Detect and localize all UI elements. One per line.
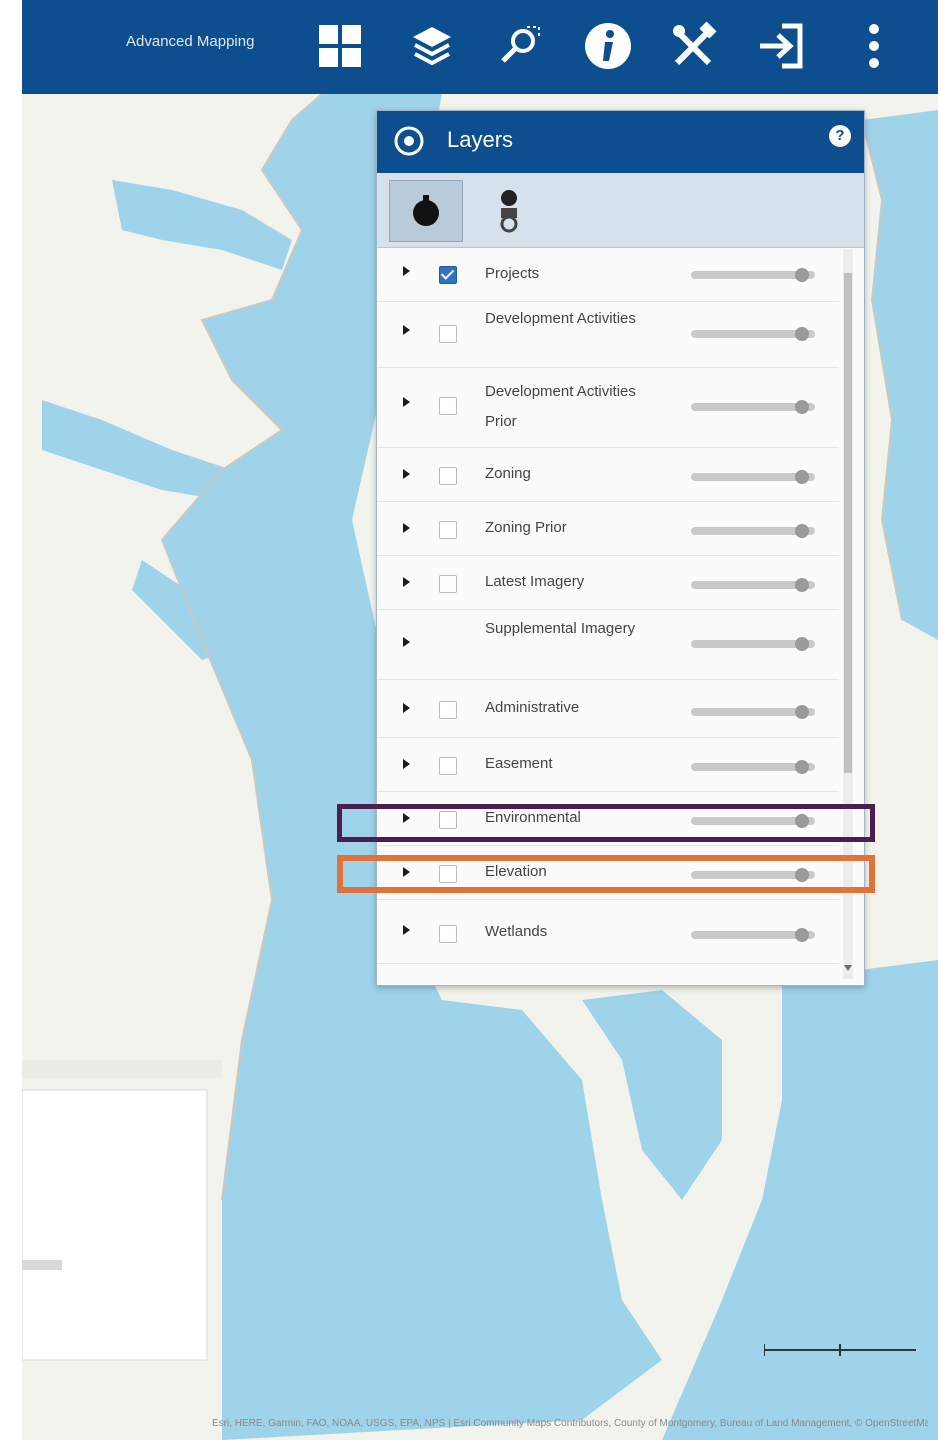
layer-row-wetlands[interactable]: Wetlands xyxy=(377,899,839,964)
slider-thumb[interactable] xyxy=(795,760,809,774)
layer-checkbox[interactable] xyxy=(439,701,457,719)
layer-name: Zoning Prior xyxy=(485,519,567,536)
opacity-slider[interactable] xyxy=(691,327,815,341)
layer-row-supplemental-imagery[interactable]: Supplemental Imagery xyxy=(377,609,839,680)
layer-row-projects[interactable]: Projects xyxy=(377,249,839,302)
layers-button[interactable] xyxy=(404,18,460,74)
layer-row-development-activities-prior[interactable]: Development Activities Prior xyxy=(377,367,839,448)
slider-thumb[interactable] xyxy=(795,400,809,414)
layer-checkbox[interactable] xyxy=(439,521,457,539)
expand-arrow-icon[interactable] xyxy=(403,577,410,587)
opacity-slider[interactable] xyxy=(691,637,815,651)
layer-checkbox[interactable] xyxy=(439,397,457,415)
expand-arrow-icon[interactable] xyxy=(403,925,410,935)
opacity-slider[interactable] xyxy=(691,400,815,414)
info-icon xyxy=(585,23,631,69)
opacity-slider[interactable] xyxy=(691,760,815,774)
legend-icon xyxy=(500,190,518,233)
tools-icon xyxy=(673,21,717,66)
opacity-slider[interactable] xyxy=(691,470,815,484)
grid-icon xyxy=(319,25,361,67)
layer-checkbox[interactable] xyxy=(439,266,457,284)
layer-checkbox[interactable] xyxy=(439,467,457,485)
opacity-slider[interactable] xyxy=(691,705,815,719)
layer-name: Supplemental Imagery xyxy=(485,620,636,637)
slider-thumb[interactable] xyxy=(795,524,809,538)
layer-name: Wetlands xyxy=(485,923,548,940)
layer-row-administrative[interactable]: Administrative xyxy=(377,679,839,738)
panel-title: Layers xyxy=(447,127,514,152)
slider-thumb[interactable] xyxy=(795,470,809,484)
expand-arrow-icon[interactable] xyxy=(403,637,410,647)
search-map-icon xyxy=(501,26,540,63)
environmental-highlight-box xyxy=(337,804,875,842)
more-vertical-icon xyxy=(869,24,879,68)
tab-layer-list[interactable] xyxy=(389,180,463,242)
slider-thumb[interactable] xyxy=(795,327,809,341)
expand-arrow-icon[interactable] xyxy=(403,397,410,407)
layer-checkbox[interactable] xyxy=(439,575,457,593)
layer-row-development-activities[interactable]: Development Activities xyxy=(377,301,839,368)
layer-checkbox[interactable] xyxy=(439,757,457,775)
expand-arrow-icon[interactable] xyxy=(403,266,410,276)
layer-row-latest-imagery[interactable]: Latest Imagery xyxy=(377,555,839,610)
expand-arrow-icon[interactable] xyxy=(403,325,410,335)
layers-panel-header: Layers ? xyxy=(377,111,864,173)
layer-name: Development Activities Prior xyxy=(485,383,636,430)
opacity-slider[interactable] xyxy=(691,268,815,282)
layer-row-easement[interactable]: Easement xyxy=(377,737,839,792)
layer-name: Development Activities xyxy=(485,310,636,327)
slider-thumb[interactable] xyxy=(795,637,809,651)
layer-name: Administrative xyxy=(485,699,580,716)
search-map-button[interactable] xyxy=(492,18,548,74)
slider-thumb[interactable] xyxy=(795,578,809,592)
help-icon[interactable]: ? xyxy=(829,125,851,147)
layer-checkbox[interactable] xyxy=(439,925,457,943)
elevation-highlight-box xyxy=(337,855,875,893)
layer-name: Projects xyxy=(485,265,540,282)
layer-name: Latest Imagery xyxy=(485,573,585,590)
info-button[interactable] xyxy=(580,18,636,74)
more-button[interactable] xyxy=(846,18,902,74)
opacity-slider[interactable] xyxy=(691,928,815,942)
expand-arrow-icon[interactable] xyxy=(403,759,410,769)
slider-thumb[interactable] xyxy=(795,268,809,282)
slider-thumb[interactable] xyxy=(795,705,809,719)
layer-name: Easement xyxy=(485,755,553,772)
layers-icon xyxy=(413,27,451,66)
layer-checkbox[interactable] xyxy=(439,325,457,343)
panel-collapse-icon[interactable] xyxy=(393,125,425,157)
layer-name: Zoning xyxy=(485,465,531,482)
sign-in-icon xyxy=(760,23,803,69)
layer-list-icon xyxy=(413,195,439,226)
map-attribution: Esri, HERE, Garmin, FAO, NOAA, USGS, EPA… xyxy=(212,1418,928,1429)
expand-arrow-icon[interactable] xyxy=(403,523,410,533)
opacity-slider[interactable] xyxy=(691,524,815,538)
expand-arrow-icon[interactable] xyxy=(403,703,410,713)
scale-bar xyxy=(764,1344,916,1356)
top-toolbar: Advanced Mapping xyxy=(22,0,938,94)
panel-tabs xyxy=(377,173,864,248)
slider-thumb[interactable] xyxy=(795,928,809,942)
layer-row-zoning-prior[interactable]: Zoning Prior xyxy=(377,501,839,556)
grid-button[interactable] xyxy=(312,18,368,74)
opacity-slider[interactable] xyxy=(691,578,815,592)
app-title: Advanced Mapping xyxy=(126,33,255,50)
tab-legend[interactable] xyxy=(473,180,545,240)
tools-button[interactable] xyxy=(666,18,722,74)
sign-in-button[interactable] xyxy=(754,18,810,74)
layer-row-zoning[interactable]: Zoning xyxy=(377,447,839,502)
expand-arrow-icon[interactable] xyxy=(403,469,410,479)
